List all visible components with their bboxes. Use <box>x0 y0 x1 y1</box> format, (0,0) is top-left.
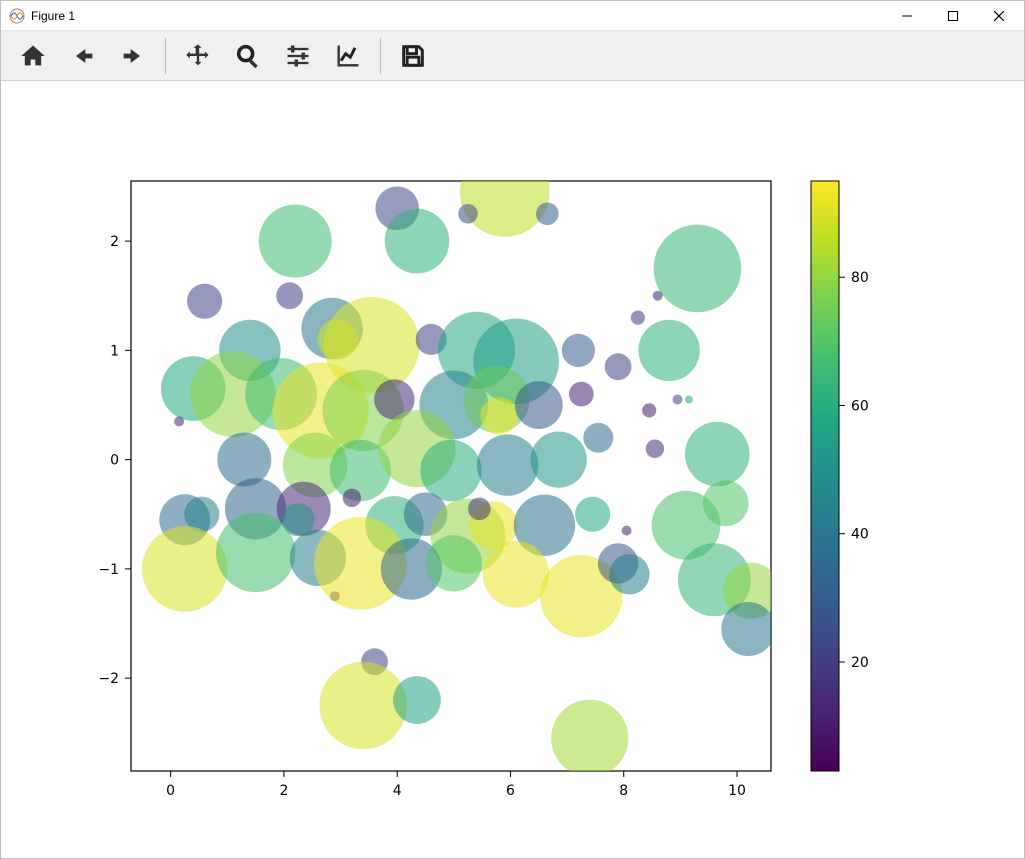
home-button[interactable] <box>13 36 53 76</box>
subplots-button[interactable] <box>278 36 318 76</box>
data-point <box>673 395 683 405</box>
maximize-button[interactable] <box>930 1 976 31</box>
y-tick-label: 0 <box>110 453 119 469</box>
data-point <box>515 381 563 429</box>
data-point <box>385 209 450 274</box>
data-point <box>609 554 649 594</box>
data-point <box>562 334 595 367</box>
x-tick-label: 6 <box>506 783 515 799</box>
y-tick-label: −1 <box>98 562 119 578</box>
data-point <box>426 535 482 591</box>
toolbar <box>1 31 1024 81</box>
figure-canvas[interactable]: 0 2 4 6 8 10 −2 −1 0 1 2 20 40 60 80 <box>1 81 1024 858</box>
data-point <box>483 541 550 608</box>
colorbar <box>811 181 839 771</box>
data-point <box>536 203 559 226</box>
data-point <box>276 282 303 309</box>
data-point <box>631 311 645 325</box>
colorbar-tick-label: 40 <box>851 527 869 543</box>
pan-button[interactable] <box>178 36 218 76</box>
y-tick-label: −2 <box>98 671 119 687</box>
minimize-button[interactable] <box>884 1 930 31</box>
colorbar-tick-label: 80 <box>851 270 869 286</box>
toolbar-separator <box>380 38 381 74</box>
data-point <box>393 676 441 724</box>
data-point <box>460 147 550 237</box>
toolbar-separator <box>165 38 166 74</box>
title-bar: Figure 1 <box>1 1 1024 31</box>
data-point <box>480 397 517 434</box>
data-point <box>551 700 628 777</box>
data-point <box>142 526 228 612</box>
data-point <box>477 434 538 495</box>
data-point <box>259 205 332 278</box>
x-tick-label: 4 <box>393 783 402 799</box>
y-tick-label: 2 <box>110 234 119 250</box>
data-point <box>468 498 491 521</box>
close-button[interactable] <box>976 1 1022 31</box>
data-point <box>642 403 656 417</box>
data-point <box>216 513 295 592</box>
data-point <box>721 602 775 656</box>
x-tick-label: 2 <box>279 783 288 799</box>
data-point <box>458 204 478 224</box>
data-point <box>654 225 742 313</box>
data-point <box>575 497 610 532</box>
x-tick-label: 10 <box>728 783 746 799</box>
y-tick-label: 1 <box>110 343 119 359</box>
forward-button[interactable] <box>113 36 153 76</box>
app-icon <box>9 8 25 24</box>
edit-axis-button[interactable] <box>328 36 368 76</box>
data-point <box>703 480 749 526</box>
data-point <box>343 489 361 507</box>
data-point <box>605 353 632 380</box>
data-point <box>420 440 481 501</box>
colorbar-tick-label: 20 <box>851 655 869 671</box>
data-point <box>217 433 271 487</box>
data-point <box>174 416 184 426</box>
zoom-button[interactable] <box>228 36 268 76</box>
x-tick-label: 0 <box>166 783 175 799</box>
app-window: Figure 1 <box>0 0 1025 859</box>
data-point <box>622 526 632 536</box>
colorbar-tick-label: 60 <box>851 398 869 414</box>
save-button[interactable] <box>393 36 433 76</box>
data-point <box>685 422 750 487</box>
data-point <box>646 440 664 458</box>
data-point <box>638 320 699 381</box>
data-point <box>569 382 594 407</box>
data-point <box>685 396 693 404</box>
data-point <box>583 423 613 453</box>
back-button[interactable] <box>63 36 103 76</box>
data-point <box>653 291 663 301</box>
x-tick-label: 8 <box>619 783 628 799</box>
window-title: Figure 1 <box>31 9 75 23</box>
data-point <box>187 284 222 319</box>
chart-svg: 0 2 4 6 8 10 −2 −1 0 1 2 20 40 60 80 <box>1 81 1024 858</box>
data-point <box>531 432 587 488</box>
